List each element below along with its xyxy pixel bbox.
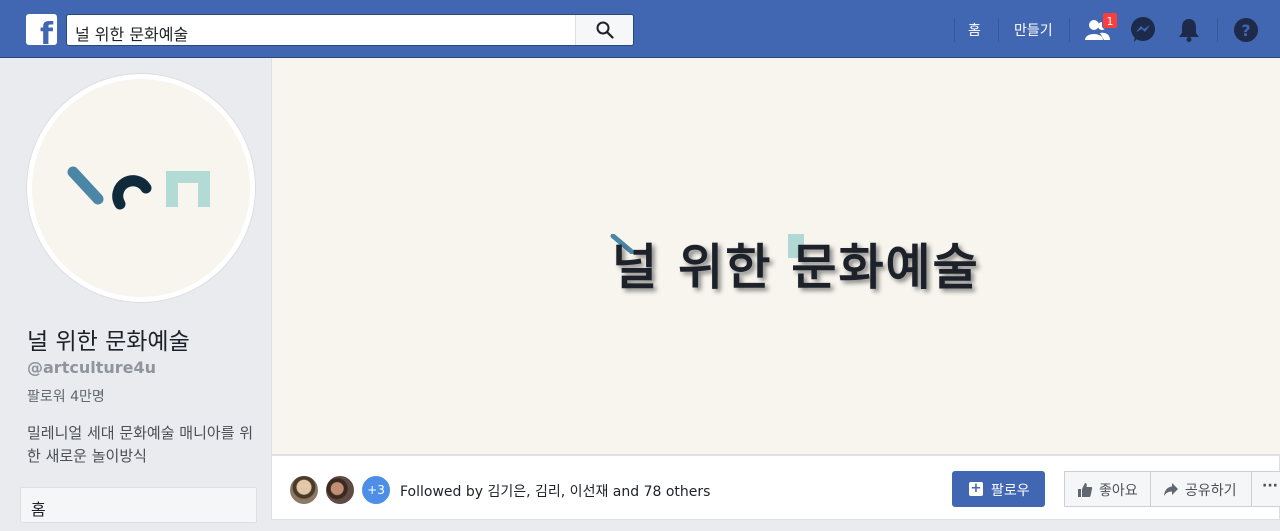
cover-photo[interactable]: 널 위한 문화예술: [271, 58, 1280, 454]
left-menu-home-label: 홈: [31, 500, 46, 519]
search-input-value: 널 위한 문화예술: [75, 25, 189, 44]
nav-divider: [1217, 18, 1218, 42]
page-description: 밀레니얼 세대 문화예술 매니아를 위한 새로운 놀이방식: [27, 424, 254, 465]
follower-avatar[interactable]: [324, 474, 356, 506]
cover-title: 널 위한 문화예술: [612, 239, 980, 296]
nav-create-link[interactable]: 만들기: [1014, 20, 1053, 40]
page-name: 널 위한 문화예술: [27, 329, 190, 355]
svg-text:?: ?: [1241, 21, 1250, 40]
follow-plus-icon: +: [969, 481, 983, 496]
thumbs-up-icon: [1078, 483, 1093, 497]
messenger-icon[interactable]: [1129, 16, 1157, 44]
brand-logo-icon: [67, 166, 210, 210]
more-followers-badge[interactable]: +3: [360, 474, 392, 506]
like-button-label: 좋아요: [1099, 483, 1138, 499]
profile-picture[interactable]: [27, 74, 255, 302]
followed-by-text[interactable]: Followed by 김기은, 김리, 이선재 and 78 others: [400, 481, 710, 501]
facebook-logo-icon[interactable]: f: [26, 14, 57, 45]
share-button[interactable]: 공유하기: [1151, 471, 1252, 507]
more-options-icon: ···: [1262, 478, 1278, 494]
top-navigation-bar: f 널 위한 문화예술 홈 만들기 1 ?: [0, 0, 1280, 58]
page-action-bar: +3 Followed by 김기은, 김리, 이선재 and 78 other…: [271, 454, 1280, 520]
follow-button-label: 팔로우: [991, 483, 1030, 499]
follow-button[interactable]: + 팔로우: [952, 471, 1045, 507]
page-handle[interactable]: @artculture4u: [27, 358, 156, 377]
page-actions-group: 좋아요 공유하기 ···: [1064, 471, 1280, 507]
like-button[interactable]: 좋아요: [1064, 471, 1151, 507]
search-input[interactable]: 널 위한 문화예술: [66, 14, 634, 46]
help-icon[interactable]: ?: [1232, 16, 1260, 44]
followers-count: 팔로워 4만명: [27, 389, 105, 405]
search-icon: [596, 21, 614, 39]
nav-home-link[interactable]: 홈: [968, 20, 981, 40]
nav-divider: [954, 18, 955, 42]
nav-divider: [1069, 18, 1070, 42]
more-options-button[interactable]: ···: [1252, 471, 1280, 507]
left-menu-home[interactable]: 홈: [20, 487, 257, 523]
nav-divider: [998, 18, 999, 42]
follower-avatar[interactable]: [288, 474, 320, 506]
share-button-label: 공유하기: [1185, 483, 1237, 499]
share-arrow-icon: [1164, 483, 1178, 496]
notifications-bell-icon[interactable]: [1175, 16, 1203, 44]
search-button[interactable]: [575, 15, 633, 45]
friend-requests-badge: 1: [1102, 12, 1118, 29]
